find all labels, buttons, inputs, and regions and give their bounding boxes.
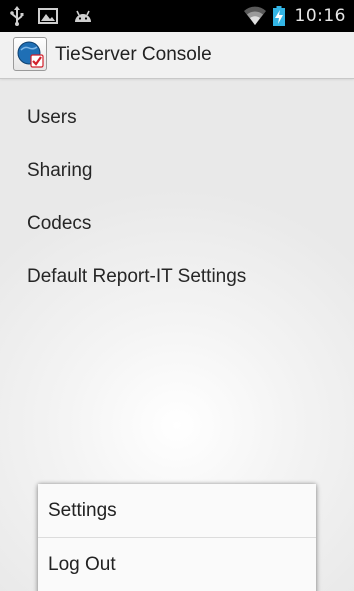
battery-charging-icon (272, 6, 285, 26)
main-menu-list: Users Sharing Codecs Default Report-IT S… (0, 91, 354, 303)
usb-icon (10, 6, 24, 26)
menu-item-sharing[interactable]: Sharing (0, 144, 354, 197)
menu-item-codecs[interactable]: Codecs (0, 197, 354, 250)
menu-item-default-report-it-settings[interactable]: Default Report-IT Settings (0, 250, 354, 303)
app-title: TieServer Console (55, 44, 212, 65)
app-icon[interactable] (13, 37, 47, 71)
system-icons: 10:16 (243, 0, 347, 32)
status-clock: 10:16 (294, 6, 346, 26)
notification-icons (10, 0, 94, 32)
popup-item-settings[interactable]: Settings (38, 484, 316, 538)
picture-icon (38, 8, 58, 24)
wifi-icon (243, 6, 267, 26)
popup-item-log-out[interactable]: Log Out (38, 538, 316, 591)
overflow-popup-menu: Settings Log Out (38, 484, 316, 591)
menu-item-users[interactable]: Users (0, 91, 354, 144)
android-icon (72, 8, 94, 24)
status-bar: 10:16 (0, 0, 354, 32)
action-bar: TieServer Console (0, 32, 354, 79)
